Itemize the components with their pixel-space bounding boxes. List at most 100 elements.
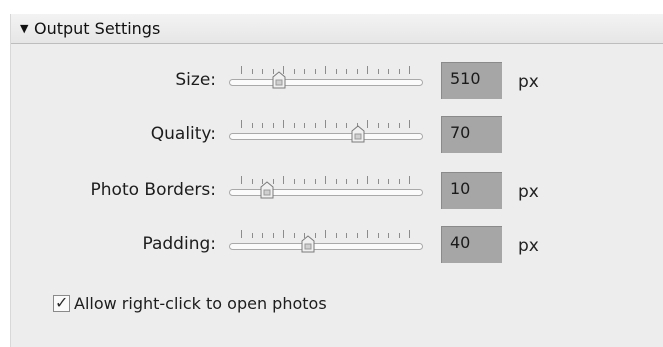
quality-value: 70 bbox=[450, 123, 471, 142]
slider-track[interactable] bbox=[229, 189, 423, 196]
slider-tick bbox=[336, 179, 337, 184]
slider-tick bbox=[294, 123, 295, 128]
slider-tick bbox=[315, 233, 316, 238]
slider-tick bbox=[241, 120, 242, 128]
slider-tick bbox=[304, 69, 305, 74]
slider-tick bbox=[241, 176, 242, 184]
padding-unit: px bbox=[518, 236, 539, 256]
slider-tick bbox=[252, 233, 253, 238]
slider-track[interactable] bbox=[229, 133, 423, 140]
padding-value: 40 bbox=[450, 233, 471, 252]
setting-row-quality: Quality: 70 bbox=[11, 116, 663, 156]
slider-tick bbox=[388, 69, 389, 74]
slider-tick bbox=[388, 179, 389, 184]
slider-tick bbox=[252, 69, 253, 74]
slider-ticks bbox=[229, 66, 421, 76]
slider-tick bbox=[367, 66, 368, 74]
slider-tick bbox=[388, 233, 389, 238]
slider-tick bbox=[262, 69, 263, 74]
slider-tick bbox=[273, 123, 274, 128]
slider-tick bbox=[273, 233, 274, 238]
photo-borders-label: Photo Borders: bbox=[90, 180, 216, 200]
slider-tick bbox=[262, 123, 263, 128]
output-settings-panel: ▼ Output Settings Size: 510 px Quality: … bbox=[10, 14, 663, 347]
slider-tick bbox=[283, 230, 284, 238]
slider-tick bbox=[325, 230, 326, 238]
slider-tick bbox=[346, 233, 347, 238]
slider-tick bbox=[325, 120, 326, 128]
slider-thumb[interactable] bbox=[351, 125, 365, 143]
slider-tick bbox=[378, 233, 379, 238]
slider-tick bbox=[409, 230, 410, 238]
slider-tick bbox=[367, 176, 368, 184]
slider-tick bbox=[315, 69, 316, 74]
slider-tick bbox=[283, 176, 284, 184]
slider-tick bbox=[294, 233, 295, 238]
slider-tick bbox=[346, 69, 347, 74]
slider-tick bbox=[346, 123, 347, 128]
slider-tick bbox=[357, 233, 358, 238]
panel-header[interactable]: ▼ Output Settings bbox=[11, 14, 663, 44]
size-value-field[interactable]: 510 bbox=[441, 62, 502, 99]
triangle-down-icon[interactable]: ▼ bbox=[20, 22, 28, 35]
slider-track[interactable] bbox=[229, 243, 423, 250]
slider-tick bbox=[252, 123, 253, 128]
quality-value-field[interactable]: 70 bbox=[441, 116, 502, 153]
photo-borders-value-field[interactable]: 10 bbox=[441, 172, 502, 209]
quality-label: Quality: bbox=[150, 124, 216, 144]
photo-borders-unit: px bbox=[518, 182, 539, 202]
slider-tick bbox=[378, 123, 379, 128]
slider-tick bbox=[399, 233, 400, 238]
slider-tick bbox=[315, 179, 316, 184]
slider-tick bbox=[294, 179, 295, 184]
slider-tick bbox=[304, 123, 305, 128]
slider-tick bbox=[409, 176, 410, 184]
slider-tick bbox=[357, 69, 358, 74]
slider-tick bbox=[325, 176, 326, 184]
padding-label: Padding: bbox=[142, 234, 216, 254]
size-value: 510 bbox=[450, 69, 481, 88]
padding-slider[interactable] bbox=[229, 226, 423, 266]
panel-title: Output Settings bbox=[34, 19, 161, 38]
allow-right-click-checkbox[interactable]: ✓ bbox=[53, 293, 70, 312]
slider-tick bbox=[357, 179, 358, 184]
slider-tick bbox=[378, 179, 379, 184]
slider-tick bbox=[325, 66, 326, 74]
photo-borders-slider[interactable] bbox=[229, 172, 423, 212]
size-slider[interactable] bbox=[229, 62, 423, 102]
slider-tick bbox=[409, 66, 410, 74]
setting-row-photo-borders: Photo Borders: 10 px bbox=[11, 172, 663, 212]
slider-tick bbox=[399, 69, 400, 74]
allow-right-click-label[interactable]: Allow right-click to open photos bbox=[74, 294, 327, 313]
slider-thumb[interactable] bbox=[260, 181, 274, 199]
setting-row-padding: Padding: 40 px bbox=[11, 226, 663, 266]
slider-thumb[interactable] bbox=[272, 71, 286, 89]
slider-ticks bbox=[229, 120, 421, 130]
slider-tick bbox=[399, 179, 400, 184]
slider-tick bbox=[241, 230, 242, 238]
slider-track[interactable] bbox=[229, 79, 423, 86]
slider-tick bbox=[294, 69, 295, 74]
slider-thumb[interactable] bbox=[301, 235, 315, 253]
slider-tick bbox=[336, 69, 337, 74]
padding-value-field[interactable]: 40 bbox=[441, 226, 502, 263]
slider-tick bbox=[399, 123, 400, 128]
slider-tick bbox=[336, 233, 337, 238]
slider-tick bbox=[336, 123, 337, 128]
slider-tick bbox=[378, 69, 379, 74]
slider-tick bbox=[283, 120, 284, 128]
slider-tick bbox=[367, 120, 368, 128]
quality-slider[interactable] bbox=[229, 116, 423, 156]
size-label: Size: bbox=[175, 70, 216, 90]
slider-ticks bbox=[229, 176, 421, 186]
slider-tick bbox=[346, 179, 347, 184]
slider-tick bbox=[252, 179, 253, 184]
slider-tick bbox=[315, 123, 316, 128]
slider-tick bbox=[304, 179, 305, 184]
checkmark-icon: ✓ bbox=[55, 293, 69, 312]
slider-tick bbox=[367, 230, 368, 238]
setting-row-size: Size: 510 px bbox=[11, 62, 663, 102]
slider-tick bbox=[388, 123, 389, 128]
slider-tick bbox=[409, 120, 410, 128]
photo-borders-value: 10 bbox=[450, 179, 471, 198]
